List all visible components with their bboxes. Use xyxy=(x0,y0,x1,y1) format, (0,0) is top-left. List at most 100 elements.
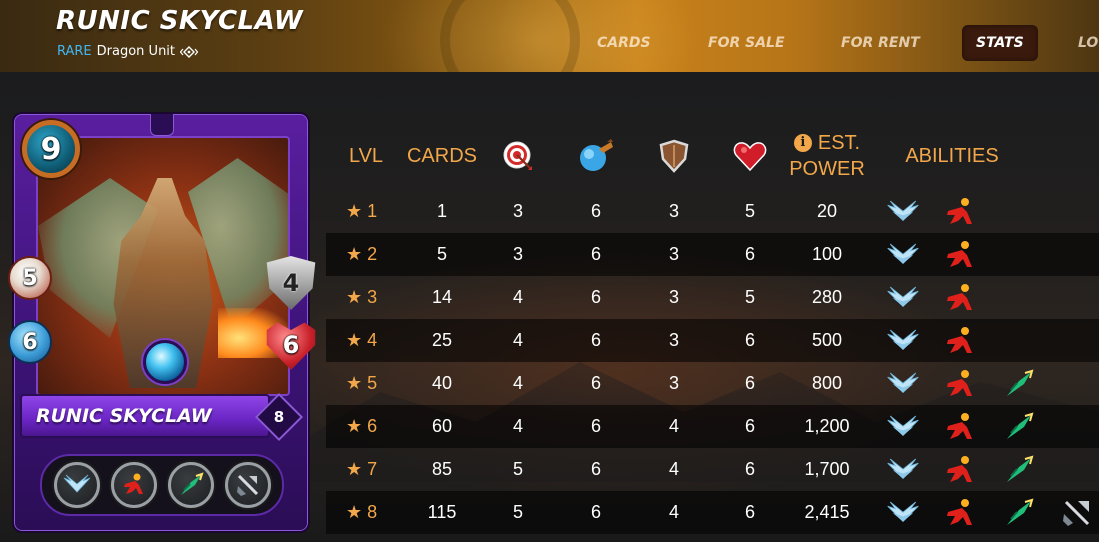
row-level: ★ 7 xyxy=(346,448,396,491)
cell-cards: 5 xyxy=(436,244,447,264)
table-row: ★ 1 1 3 6 3 5 20 xyxy=(326,190,1099,233)
card-header: RUNIC SKYCLAW RARE Dragon Unit CARDS FOR… xyxy=(0,0,1099,72)
cell-health: 6 xyxy=(744,373,755,393)
cell-magic: 6 xyxy=(590,459,601,479)
cell-ranged: 4 xyxy=(512,373,523,393)
cell-magic: 6 xyxy=(590,330,601,350)
tab-for-sale[interactable]: FOR SALE xyxy=(708,25,785,61)
flying-icon[interactable] xyxy=(886,412,920,442)
cell-ranged: 3 xyxy=(512,244,523,264)
sneak-icon[interactable] xyxy=(1002,498,1036,528)
flying-icon[interactable] xyxy=(886,326,920,356)
row-level: ★ 6 xyxy=(346,405,396,448)
table-body: ★ 1 1 3 6 3 5 20 ★ 2 5 3 6 3 6 100 ★ 3 14 4 6 3 5 280 ★ 4 25 4 6 3 6 50… xyxy=(326,190,1099,534)
star-icon: ★ xyxy=(346,330,363,350)
tab-lore[interactable]: LO xyxy=(1078,25,1098,61)
cell-health: 6 xyxy=(744,330,755,350)
row-level-value: 7 xyxy=(367,459,378,479)
cell-magic: 6 xyxy=(590,502,601,522)
card-top-emblem xyxy=(150,114,174,136)
row-abilities xyxy=(886,239,978,271)
dodge-icon[interactable] xyxy=(944,326,978,356)
sneak-icon xyxy=(167,462,214,508)
star-icon: ★ xyxy=(346,459,363,479)
flying-icon[interactable] xyxy=(886,498,920,528)
dodge-icon[interactable] xyxy=(944,455,978,485)
cell-health: 6 xyxy=(744,502,755,522)
cell-armor: 3 xyxy=(668,330,679,350)
table-row: ★ 5 40 4 6 3 6 800 xyxy=(326,362,1099,405)
cell-health: 6 xyxy=(744,459,755,479)
cell-armor: 3 xyxy=(668,201,679,221)
header-lvl: LVL xyxy=(348,145,384,167)
dodge-icon[interactable] xyxy=(944,498,978,528)
cell-magic: 6 xyxy=(590,287,601,307)
star-icon: ★ xyxy=(346,373,363,393)
ranged-attack-value: 5 xyxy=(22,265,38,291)
ranged-target-icon xyxy=(498,120,538,192)
dodge-icon xyxy=(110,462,157,508)
piercing-icon[interactable] xyxy=(1060,498,1094,528)
table-row: ★ 6 60 4 6 4 6 1,200 xyxy=(326,405,1099,448)
dodge-icon[interactable] xyxy=(944,240,978,270)
tab-stats[interactable]: STATS xyxy=(962,25,1038,61)
row-level: ★ 3 xyxy=(346,276,396,319)
sneak-icon[interactable] xyxy=(1002,412,1036,442)
cell-power: 500 xyxy=(811,330,843,350)
cell-armor: 4 xyxy=(668,502,679,522)
cell-power: 1,200 xyxy=(804,416,850,436)
dodge-icon[interactable] xyxy=(944,412,978,442)
sneak-icon[interactable] xyxy=(1002,369,1036,399)
mana-cost-value: 9 xyxy=(40,131,62,167)
star-icon: ★ xyxy=(346,244,363,264)
table-row: ★ 3 14 4 6 3 5 280 xyxy=(326,276,1099,319)
row-level-value: 4 xyxy=(367,330,378,350)
flying-icon[interactable] xyxy=(886,369,920,399)
header-power-label: POWER xyxy=(789,158,865,180)
cell-power: 800 xyxy=(811,373,843,393)
row-level: ★ 1 xyxy=(346,190,396,233)
row-level-value: 1 xyxy=(367,201,378,221)
table-header: LVL CARDS i EST. POWER ABILITIES xyxy=(326,120,1099,192)
flying-icon[interactable] xyxy=(886,240,920,270)
card-name-banner: RUNIC SKYCLAW xyxy=(20,394,270,438)
cell-cards: 40 xyxy=(431,373,453,393)
heart-icon xyxy=(730,120,770,192)
cell-power: 20 xyxy=(816,201,838,221)
dodge-icon[interactable] xyxy=(944,197,978,227)
flying-icon[interactable] xyxy=(886,283,920,313)
armor-value: 4 xyxy=(282,269,300,297)
row-level-value: 2 xyxy=(367,244,378,264)
magic-orb-icon xyxy=(576,120,616,192)
table-row: ★ 8 115 5 6 4 6 2,415 xyxy=(326,491,1099,534)
card-gem xyxy=(143,340,187,384)
tab-for-rent[interactable]: FOR RENT xyxy=(841,25,920,61)
info-icon[interactable]: i xyxy=(793,134,812,152)
flying-icon[interactable] xyxy=(886,455,920,485)
cell-magic: 6 xyxy=(590,416,601,436)
dodge-icon[interactable] xyxy=(944,369,978,399)
cell-health: 5 xyxy=(744,287,755,307)
table-row: ★ 4 25 4 6 3 6 500 xyxy=(326,319,1099,362)
cell-magic: 6 xyxy=(590,201,601,221)
flying-icon[interactable] xyxy=(886,197,920,227)
cell-power: 100 xyxy=(811,244,843,264)
tab-cards[interactable]: CARDS xyxy=(597,25,651,61)
table-row: ★ 2 5 3 6 3 6 100 xyxy=(326,233,1099,276)
table-row: ★ 7 85 5 6 4 6 1,700 xyxy=(326,448,1099,491)
cell-armor: 3 xyxy=(668,373,679,393)
row-level: ★ 2 xyxy=(346,233,396,276)
dodge-icon[interactable] xyxy=(944,283,978,313)
cell-health: 6 xyxy=(744,244,755,264)
star-icon: ★ xyxy=(346,416,363,436)
row-abilities xyxy=(886,454,1036,486)
cell-ranged: 5 xyxy=(512,459,523,479)
cell-cards: 1 xyxy=(436,201,447,221)
cell-armor: 4 xyxy=(668,459,679,479)
row-level-value: 8 xyxy=(367,502,378,522)
sneak-icon[interactable] xyxy=(1002,455,1036,485)
row-abilities xyxy=(886,497,1094,529)
cell-health: 5 xyxy=(744,201,755,221)
cell-cards: 60 xyxy=(431,416,453,436)
cell-ranged: 4 xyxy=(512,416,523,436)
